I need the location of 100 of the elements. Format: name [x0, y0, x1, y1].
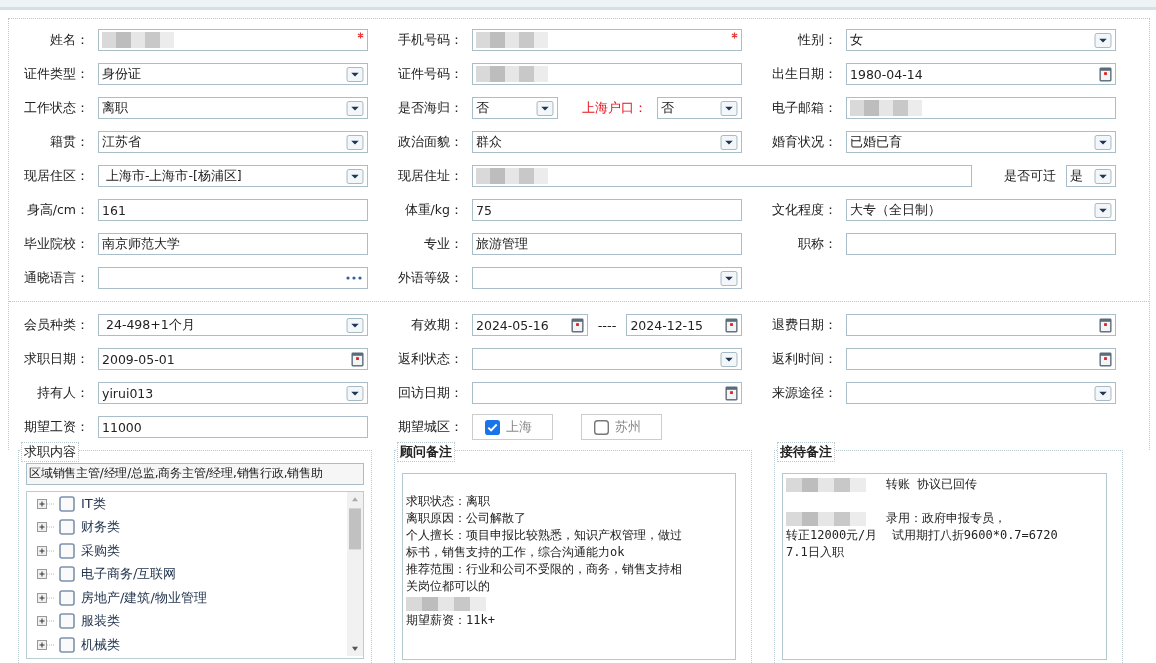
expand-icon[interactable] [37, 639, 55, 650]
dropdown-icon[interactable] [1094, 134, 1112, 150]
tree-item[interactable]: 财务类 [81, 518, 120, 537]
dropdown-field[interactable]: 江苏省 [98, 131, 368, 153]
expand-icon[interactable] [37, 522, 55, 533]
dropdown-field[interactable]: 大专（全日制） [846, 199, 1116, 221]
text-field[interactable]: 南京师范大学 [98, 233, 368, 255]
dropdown-field[interactable]: 是 [1066, 165, 1116, 187]
calendar-icon[interactable] [725, 317, 738, 333]
dropdown-field[interactable]: 否 [656, 97, 742, 119]
date-field[interactable] [846, 348, 1116, 370]
checkbox-icon[interactable] [59, 613, 75, 630]
calendar-icon[interactable] [1099, 66, 1112, 82]
date-field[interactable] [846, 314, 1116, 336]
dropdown-field[interactable]: yirui013 [98, 382, 368, 404]
dropdown-icon[interactable] [720, 351, 738, 367]
calendar-icon[interactable] [725, 385, 738, 401]
dropdown-field[interactable]: 上海市-上海市-[杨浦区] [98, 165, 368, 187]
city-checkbox[interactable]: 上海 [472, 414, 553, 440]
date-field[interactable]: 2009-05-01 [98, 348, 368, 370]
field-label: 来源途径： [771, 384, 838, 402]
checkbox-icon[interactable] [59, 566, 75, 583]
calendar-icon[interactable] [570, 317, 584, 333]
dropdown-icon[interactable] [1094, 32, 1112, 48]
date-field[interactable] [472, 382, 742, 404]
dropdown-icon[interactable] [535, 100, 554, 116]
expand-icon[interactable] [37, 616, 55, 627]
field-label: 期望城区： [397, 418, 464, 436]
dropdown-field[interactable]: 24-498+1个月 [98, 314, 368, 336]
selection-field[interactable]: 区域销售主管/经理/总监,商务主管/经理,销售行政,销售助 [26, 463, 364, 485]
lookup-field[interactable] [98, 267, 368, 289]
text-field[interactable] [472, 29, 742, 51]
tree-item[interactable]: IT类 [81, 494, 106, 513]
checkbox-icon[interactable] [594, 419, 609, 435]
text-field[interactable] [846, 233, 1116, 255]
field-label: 外语等级： [397, 269, 464, 287]
field-label: 职称： [797, 235, 838, 253]
tree-item[interactable]: 采购类 [81, 541, 120, 560]
dropdown-icon[interactable] [346, 134, 364, 150]
text-field[interactable]: 11000 [98, 416, 368, 438]
dropdown-icon[interactable] [720, 134, 738, 150]
dropdown-field[interactable] [472, 267, 742, 289]
text-field[interactable]: 75 [472, 199, 742, 221]
dropdown-icon[interactable] [1094, 168, 1112, 184]
panel-title: 顾问备注 [397, 442, 455, 462]
dropdown-icon[interactable] [1094, 202, 1112, 218]
dropdown-icon[interactable] [346, 385, 364, 401]
dropdown-icon[interactable] [346, 66, 364, 82]
dropdown-field[interactable]: 离职 [98, 97, 368, 119]
date-field[interactable]: 2024-12-15 [626, 314, 742, 336]
date-field[interactable]: 2024-05-16 [472, 314, 588, 336]
city-checkbox[interactable]: 苏州 [581, 414, 662, 440]
checkbox-icon[interactable] [59, 519, 75, 536]
tree-item[interactable]: 机械类 [81, 635, 120, 654]
field-label: 通晓语言： [23, 269, 90, 287]
tree-item[interactable]: 电子商务/互联网 [81, 565, 177, 584]
field-label: 上海户口： [580, 99, 648, 117]
field-label: 是否可迁 [1003, 167, 1057, 185]
dropdown-icon[interactable] [346, 168, 364, 184]
dropdown-icon[interactable] [720, 100, 738, 116]
panel-title: 接待备注 [777, 442, 835, 462]
calendar-icon[interactable] [1099, 317, 1112, 333]
calendar-icon[interactable] [351, 351, 364, 367]
text-field[interactable] [846, 97, 1116, 119]
notes-field[interactable]: 求职状态：离职 离职原因：公司解散了 个人擅长：项目申报比较熟悉，知识产权管理，做过 标书，销售支持的工作，综合沟通能力ok 推荐范围：行业和公司不受限的，商务，销售支持相 关岗位都可以的 期望薪资：11k+ [402, 473, 736, 660]
tree-item[interactable]: 服装类 [81, 612, 120, 631]
field-label: 返利时间： [771, 350, 838, 368]
calendar-icon[interactable] [1099, 351, 1112, 367]
more-icon[interactable] [346, 276, 362, 280]
date-field[interactable]: 1980-04-14 [846, 63, 1116, 85]
dropdown-field[interactable]: 女 [846, 29, 1116, 51]
expand-icon[interactable] [37, 498, 55, 509]
expand-icon[interactable] [37, 592, 55, 603]
dropdown-icon[interactable] [346, 100, 364, 116]
scrollbar[interactable] [347, 492, 363, 656]
checkbox-icon[interactable] [59, 589, 75, 606]
expand-icon[interactable] [37, 545, 55, 556]
dropdown-field[interactable] [846, 382, 1116, 404]
dropdown-field[interactable]: 已婚已育 [846, 131, 1116, 153]
dropdown-icon[interactable] [346, 317, 364, 333]
text-field[interactable] [472, 165, 972, 187]
checkbox-icon[interactable] [59, 636, 75, 653]
text-field[interactable]: 旅游管理 [472, 233, 742, 255]
dropdown-field[interactable]: 否 [472, 97, 558, 119]
field-label: 婚育状况： [771, 133, 838, 151]
checkbox-icon[interactable] [59, 495, 75, 512]
field-label: 专业： [423, 235, 464, 253]
text-field[interactable] [472, 63, 742, 85]
text-field[interactable]: 161 [98, 199, 368, 221]
dropdown-field[interactable]: 群众 [472, 131, 742, 153]
notes-field[interactable]: 转账 协议已回传 录用：政府申报专员， 转正12000元/月 试用期打八折9600*0.7=6720 7.1日入职 [782, 473, 1107, 660]
dropdown-field[interactable]: 身份证 [98, 63, 368, 85]
tree-item[interactable]: 房地产/建筑/物业管理 [81, 588, 207, 607]
text-field[interactable] [98, 29, 368, 51]
checkbox-icon[interactable] [485, 419, 500, 435]
checkbox-icon[interactable] [59, 542, 75, 559]
expand-icon[interactable] [37, 569, 55, 580]
dropdown-icon[interactable] [1094, 385, 1112, 401]
dropdown-icon[interactable] [720, 270, 738, 286]
dropdown-field[interactable] [472, 348, 742, 370]
